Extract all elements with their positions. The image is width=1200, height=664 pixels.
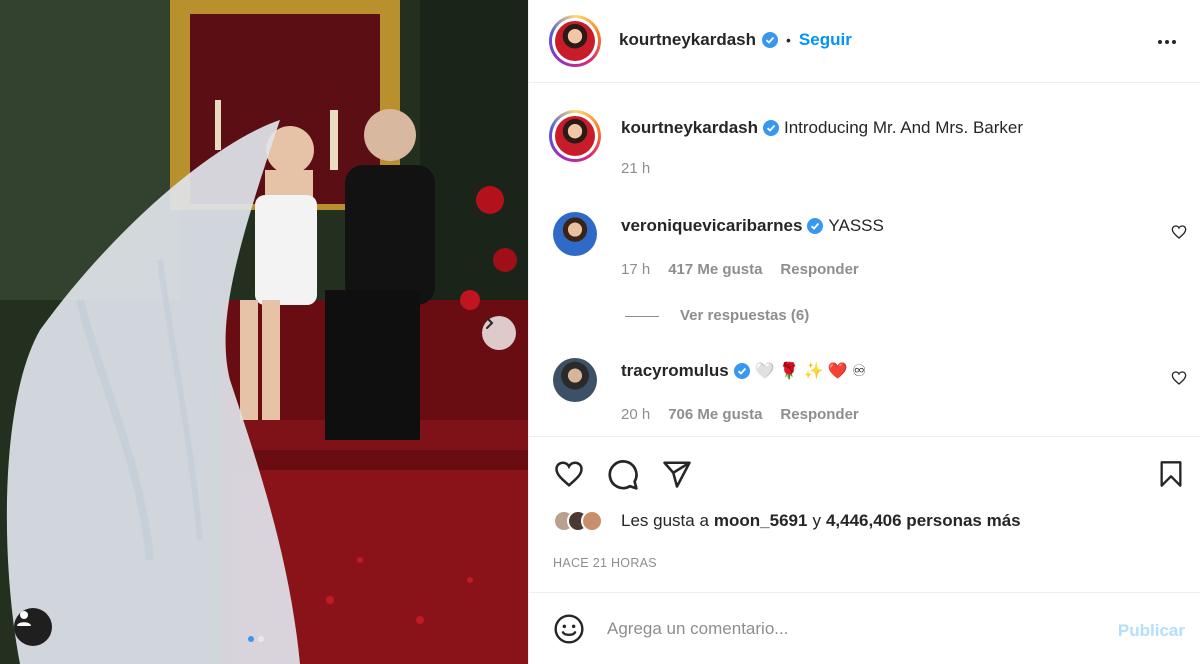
user-tag-icon <box>17 611 31 626</box>
next-photo-button[interactable] <box>482 316 516 350</box>
view-replies-row[interactable]: Ver respuestas (6) <box>529 306 1200 328</box>
comment-age: 17 h <box>621 261 651 278</box>
comment-text: 🤍 🌹 ✨ ❤️ ♾ <box>754 363 867 380</box>
post-photo[interactable] <box>0 0 528 664</box>
view-replies-link[interactable]: Ver respuestas (6) <box>680 307 809 324</box>
reply-button[interactable]: Responder <box>780 406 858 423</box>
post-panel: kourtneykardash • Seguir kourtneykardash <box>528 0 1200 664</box>
replies-divider <box>625 316 659 317</box>
caption-text: Introducing Mr. And Mrs. Barker <box>784 118 1024 137</box>
author-avatar[interactable] <box>549 15 601 67</box>
post-time: HACE 21 HORAS <box>553 556 657 570</box>
verified-icon <box>807 218 824 234</box>
tagged-users-button[interactable] <box>14 608 52 646</box>
heart-icon[interactable] <box>1171 224 1187 240</box>
comment-item: veroniquevicaribarnes YASSS 17 h 417 Me … <box>529 208 1200 298</box>
comment-icon[interactable] <box>607 459 639 491</box>
heart-icon[interactable] <box>553 459 585 489</box>
emoji-icon[interactable] <box>553 613 585 645</box>
likes-prefix: Les gusta a <box>621 511 709 530</box>
comment-text: YASSS <box>828 216 884 235</box>
wedding-photo-illustration <box>0 0 528 664</box>
liker-avatar <box>581 510 603 532</box>
verified-icon <box>762 32 778 48</box>
bookmark-icon[interactable] <box>1157 459 1185 489</box>
publish-button[interactable]: Publicar <box>1118 621 1185 641</box>
comment-username[interactable]: veroniquevicaribarnes <box>621 216 802 236</box>
chevron-right-icon <box>486 317 494 329</box>
comment-item: tracyromulus 🤍 🌹 ✨ ❤️ ♾ 20 h 706 Me gust… <box>529 354 1200 434</box>
likes-summary: Les gusta a moon_5691 y 4,446,406 person… <box>553 510 1021 532</box>
carousel-dot <box>258 636 264 642</box>
caption-block: kourtneykardash Introducing Mr. And Mrs.… <box>529 108 1200 188</box>
share-icon[interactable] <box>661 459 693 489</box>
comment-username[interactable]: tracyromulus <box>621 361 729 381</box>
likes-connector: y <box>812 511 821 530</box>
carousel-dot-active <box>248 636 254 642</box>
caption-avatar[interactable] <box>549 110 601 162</box>
more-options-icon[interactable] <box>1155 30 1179 54</box>
author-username[interactable]: kourtneykardash <box>619 30 756 50</box>
comment-like-count[interactable]: 417 Me gusta <box>668 261 762 278</box>
comment-composer: Publicar <box>529 592 1200 664</box>
commenter-avatar[interactable] <box>553 358 597 402</box>
caption-age: 21 h <box>621 160 651 177</box>
comment-input[interactable] <box>607 615 1087 643</box>
carousel-dots <box>248 636 264 642</box>
caption-username[interactable]: kourtneykardash <box>621 118 758 138</box>
comment-age: 20 h <box>621 406 651 423</box>
commenter-avatar[interactable] <box>553 212 597 256</box>
heart-icon[interactable] <box>1171 370 1187 386</box>
likes-count[interactable]: 4,446,406 personas más <box>826 511 1021 531</box>
post-header: kourtneykardash • Seguir <box>529 0 1200 83</box>
comment-like-count[interactable]: 706 Me gusta <box>668 406 762 423</box>
reply-button[interactable]: Responder <box>780 261 858 278</box>
separator-dot: • <box>786 32 791 48</box>
follow-button[interactable]: Seguir <box>799 30 852 50</box>
likes-user[interactable]: moon_5691 <box>714 511 808 531</box>
verified-icon <box>763 120 779 136</box>
verified-icon <box>733 363 750 379</box>
